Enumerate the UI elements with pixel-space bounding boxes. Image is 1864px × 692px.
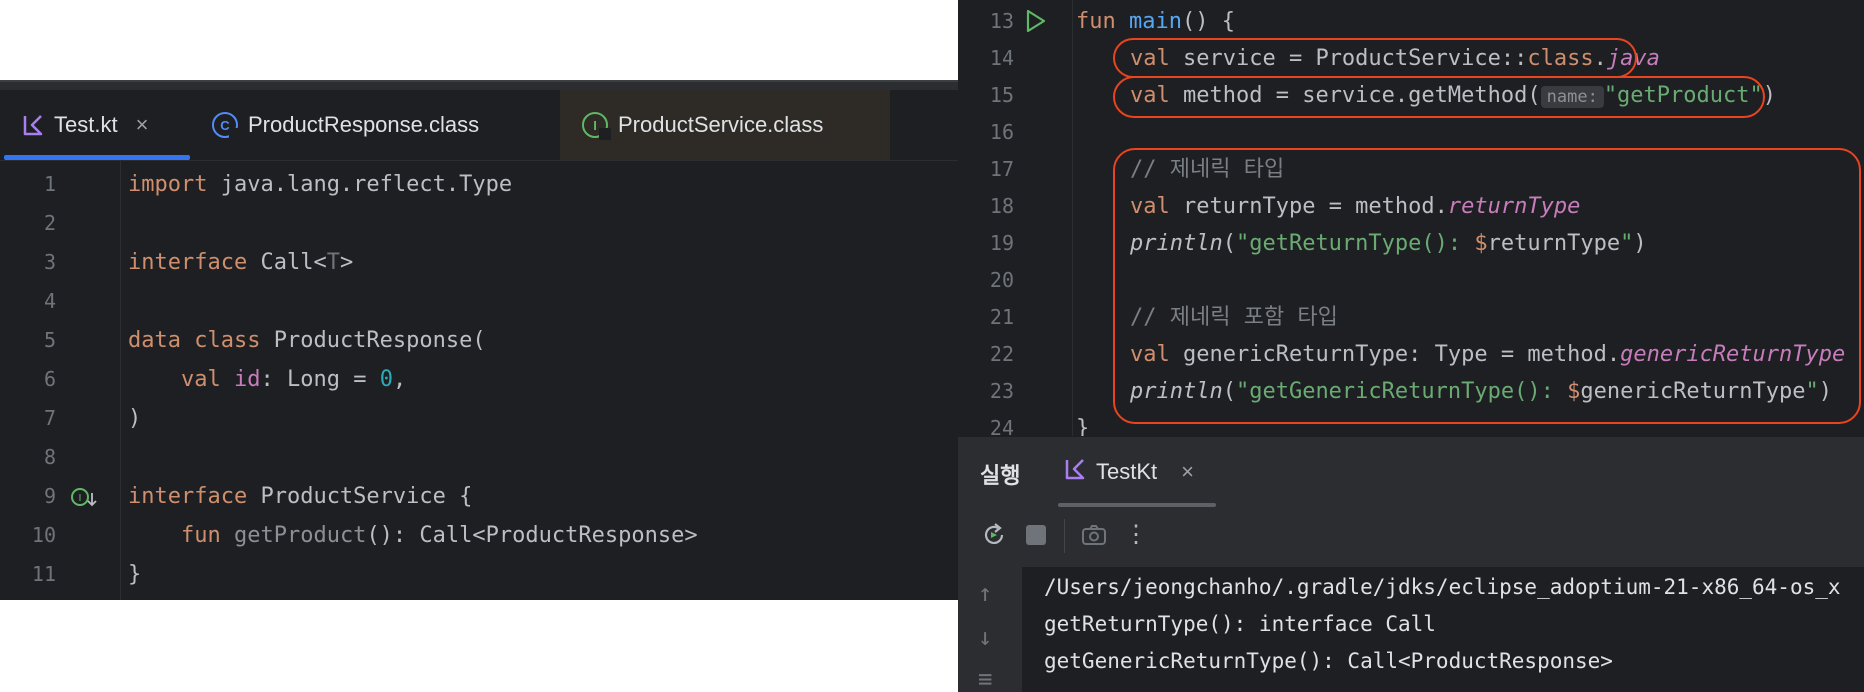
line-number: 17 — [989, 157, 1014, 181]
line-number: 2 — [43, 211, 56, 235]
line-number: 22 — [989, 342, 1014, 366]
line-number: 13 — [989, 9, 1014, 33]
run-panel-header: 실행 TestKt × — [958, 437, 1864, 507]
code-line-9: interface ProductService { — [128, 484, 473, 509]
camera-icon[interactable] — [1080, 521, 1108, 549]
line-number: 16 — [989, 120, 1014, 144]
close-icon[interactable]: × — [1181, 459, 1194, 485]
line-number: 5 — [43, 328, 56, 352]
scroll-down-icon[interactable]: ↓ — [978, 623, 992, 651]
tab-label: Test.kt — [54, 112, 118, 137]
console-side-toolbar: ↑ ↓ ≡ — [958, 567, 1022, 692]
run-toolbar: ⋮ — [958, 507, 1864, 567]
left-editor: Test.kt × C ProductResponse.class I Prod… — [0, 80, 958, 600]
tab-test-kt[interactable]: Test.kt × — [0, 90, 190, 160]
line-number: 1 — [43, 172, 56, 196]
code-line-13: fun main() { — [1076, 9, 1235, 34]
right-editor: 13 14 15 16 17 18 19 20 21 22 23 24 fun … — [958, 0, 1864, 692]
scroll-up-icon[interactable]: ↑ — [978, 579, 992, 607]
line-number: 19 — [989, 231, 1014, 255]
run-gutter-icon[interactable] — [1024, 8, 1048, 38]
rerun-icon[interactable] — [980, 521, 1008, 549]
tab-label: ProductService.class — [618, 112, 824, 137]
line-number: 10 — [31, 523, 56, 547]
run-tab-testkt[interactable]: TestKt × — [1064, 437, 1194, 507]
tab-product-response-class[interactable]: C ProductResponse.class — [190, 90, 560, 160]
line-number: 7 — [43, 406, 56, 430]
run-panel: 실행 TestKt × ⋮ ↑ ↓ ≡ /Users/jeongchanho/.… — [958, 436, 1864, 692]
highlight-box-return-types — [1113, 148, 1861, 424]
line-number: 8 — [43, 445, 56, 469]
stop-icon[interactable] — [1022, 521, 1050, 549]
svg-text:I: I — [79, 493, 82, 504]
line-number: 3 — [43, 250, 56, 274]
code-line-1: import java.lang.reflect.Type — [128, 172, 513, 197]
code-line-7: ) — [128, 406, 142, 431]
line-number: 21 — [989, 305, 1014, 329]
code-area[interactable]: 13 14 15 16 17 18 19 20 21 22 23 24 fun … — [958, 0, 1864, 441]
console-line: getReturnType(): interface Call — [1044, 612, 1436, 636]
code-area[interactable]: 1 2 3 4 5 6 7 8 9 10 11 I import java.la… — [0, 160, 958, 600]
code-line-5: data class ProductResponse( — [128, 328, 486, 353]
run-tab-label: TestKt — [1096, 459, 1158, 484]
highlight-box-service — [1113, 38, 1637, 78]
line-number: 23 — [989, 379, 1014, 403]
line-number: 15 — [989, 83, 1014, 107]
editor-tab-bar: Test.kt × C ProductResponse.class I Prod… — [0, 90, 958, 160]
line-number: 11 — [31, 562, 56, 586]
line-number: 18 — [989, 194, 1014, 218]
interface-file-icon: I — [582, 112, 611, 140]
kotlin-file-icon — [22, 114, 44, 136]
line-number: 4 — [43, 289, 56, 313]
code-line-6: val id: Long = 0, — [180, 367, 407, 392]
tab-label: ProductResponse.class — [248, 112, 480, 137]
code-line-3: interface Call<T> — [128, 250, 354, 275]
code-line-10: fun getProduct(): Call<ProductResponse> — [180, 523, 698, 548]
highlight-box-method — [1113, 76, 1765, 118]
soft-wrap-icon[interactable]: ≡ — [978, 665, 992, 692]
kotlin-file-icon — [1064, 458, 1086, 486]
console-line: /Users/jeongchanho/.gradle/jdks/eclipse_… — [1044, 575, 1841, 599]
more-options-icon[interactable]: ⋮ — [1122, 521, 1150, 549]
class-file-icon: C — [212, 112, 241, 140]
line-number: 6 — [43, 367, 56, 391]
console-output[interactable]: ↑ ↓ ≡ /Users/jeongchanho/.gradle/jdks/ec… — [958, 567, 1864, 692]
console-line: getGenericReturnType(): Call<ProductResp… — [1044, 649, 1613, 673]
line-number: 9 — [43, 484, 56, 508]
implemented-interface-gutter-icon[interactable]: I — [70, 487, 100, 515]
run-panel-title: 실행 — [980, 463, 1021, 488]
close-icon[interactable]: × — [136, 112, 149, 138]
line-number: 14 — [989, 46, 1014, 70]
code-line-11: } — [128, 562, 142, 587]
line-number: 20 — [989, 268, 1014, 292]
editor-top-strip — [0, 80, 958, 90]
tab-product-service-class[interactable]: I ProductService.class — [560, 90, 890, 160]
